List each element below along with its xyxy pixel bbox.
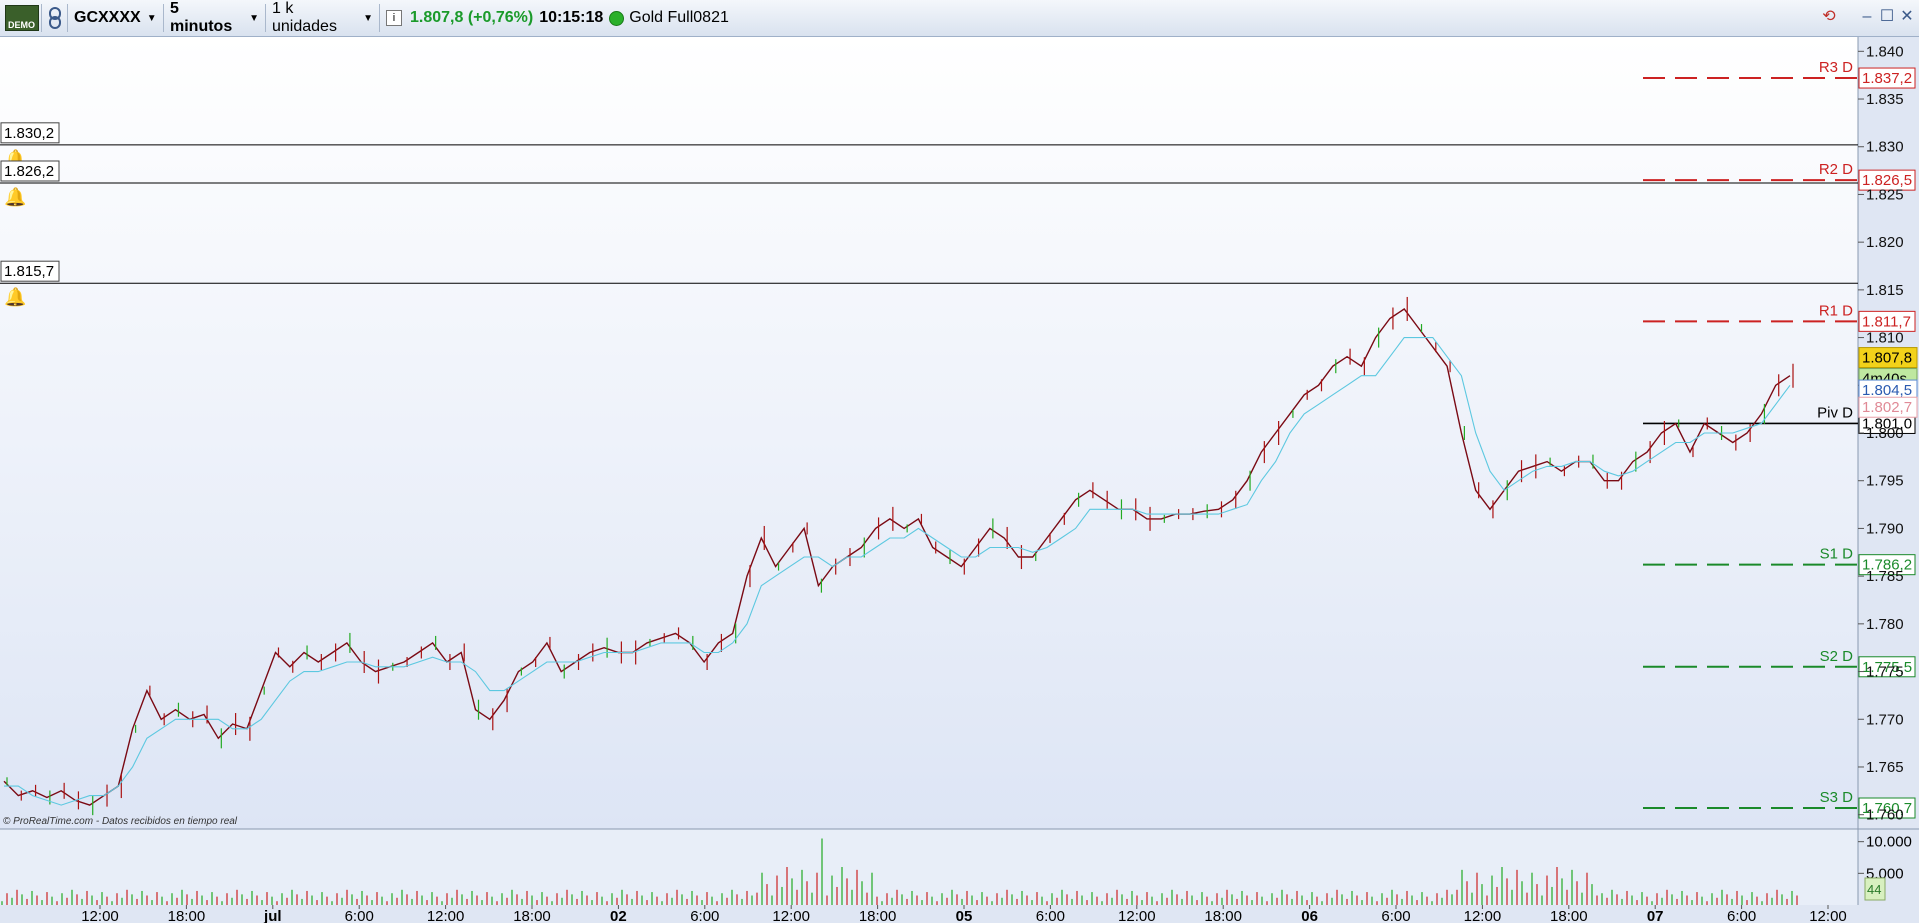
y-tick-label: 1.840 <box>1866 43 1904 60</box>
price-pane <box>0 37 1858 829</box>
quote-info: i 1.807,8 (+0,76%) 10:15:18 Gold Full082… <box>380 4 760 32</box>
link-button[interactable] <box>42 4 68 32</box>
bell-icon[interactable]: 🔔 <box>4 287 26 307</box>
indicator-value-blue: 1.804,5 <box>1862 382 1912 399</box>
alert-label: 1.826,2 <box>4 163 54 180</box>
y-tick-label: 1.800 <box>1866 425 1904 442</box>
x-tick-label: 18:00 <box>168 908 206 923</box>
x-tick-label: 18:00 <box>1204 908 1242 923</box>
pivot-name: R1 D <box>1819 302 1853 319</box>
y-tick-label: 1.815 <box>1866 282 1904 299</box>
x-tick-label: 12:00 <box>1464 908 1502 923</box>
last-price: 1.807,8 (+0,76%) <box>410 9 534 26</box>
timeframe-selector[interactable]: 5 minutos ▼ <box>164 0 266 35</box>
y-tick-label: 1.760 <box>1866 807 1904 824</box>
y-tick-label: 1.765 <box>1866 759 1904 776</box>
pivot-name: S2 D <box>1820 648 1854 665</box>
instrument-label: GCXXXX <box>74 9 141 26</box>
last-price-value: 1.807,8 <box>1862 350 1912 367</box>
toolbar: DEMO GCXXXX ▼ 5 minutos ▼ 1 k unidades ▼ i … <box>0 0 1919 37</box>
demo-icon: DEMO <box>4 5 39 31</box>
pivot-name: R3 D <box>1819 59 1853 76</box>
y-tick-label: 1.795 <box>1866 473 1904 490</box>
link-icon <box>48 7 61 29</box>
y-tick-label: 1.810 <box>1866 330 1904 347</box>
y-tick-label: 1.775 <box>1866 664 1904 681</box>
y-tick-label: 1.780 <box>1866 616 1904 633</box>
status-dot-icon <box>609 10 625 26</box>
minimize-icon[interactable]: – <box>1858 8 1876 26</box>
price-chart[interactable]: 1.830,2🔔1.826,2🔔1.815,7🔔 R3 D1.837,2R2 D… <box>0 37 1919 923</box>
chevron-down-icon: ▼ <box>146 12 157 24</box>
x-tick-label: 06 <box>1301 908 1318 923</box>
x-tick-label: 6:00 <box>690 908 719 923</box>
x-tick-label: 02 <box>610 908 627 923</box>
pivot-name: S3 D <box>1820 789 1854 806</box>
pivot-name: S1 D <box>1820 546 1854 563</box>
x-tick-label: 18:00 <box>859 908 897 923</box>
volume-pane <box>0 829 1858 905</box>
y-tick-label: 1.790 <box>1866 520 1904 537</box>
alert-label: 1.830,2 <box>4 125 54 142</box>
y-tick-label: 1.830 <box>1866 139 1904 156</box>
y-tick-label: 1.825 <box>1866 186 1904 203</box>
chevron-down-icon: ▼ <box>249 12 259 24</box>
x-tick-label: 12:00 <box>1118 908 1156 923</box>
units-selector[interactable]: 1 k unidades ▼ <box>266 0 380 35</box>
volume-tick-label: 10.000 <box>1866 834 1912 851</box>
x-tick-label: 6:00 <box>1727 908 1756 923</box>
x-tick-label: 6:00 <box>1381 908 1410 923</box>
x-tick-label: 6:00 <box>345 908 374 923</box>
pivot-name: R2 D <box>1819 161 1853 178</box>
timeframe-label: 5 minutos <box>170 0 233 35</box>
pivot-name: Piv D <box>1817 404 1853 421</box>
bell-icon[interactable]: 🔔 <box>4 187 26 207</box>
x-tick-label: jul <box>263 908 282 923</box>
x-tick-label: 18:00 <box>513 908 551 923</box>
volume-value: 44 <box>1867 882 1881 897</box>
units-label: 1 k unidades <box>272 0 337 35</box>
y-tick-label: 1.785 <box>1866 568 1904 585</box>
x-tick-label: 12:00 <box>772 908 810 923</box>
x-tick-label: 12:00 <box>427 908 465 923</box>
maximize-icon[interactable]: ☐ <box>1878 8 1896 26</box>
info-icon[interactable]: i <box>386 10 402 26</box>
instrument-selector[interactable]: GCXXXX ▼ <box>68 4 164 32</box>
x-tick-label: 6:00 <box>1036 908 1065 923</box>
y-tick-label: 1.835 <box>1866 91 1904 108</box>
x-tick-label: 07 <box>1647 908 1664 923</box>
refresh-icon[interactable]: ⟲ <box>1820 8 1838 26</box>
pivot-value: 1.837,2 <box>1862 70 1912 87</box>
close-icon[interactable]: ✕ <box>1898 8 1916 26</box>
data-credit: © ProRealTime.com - Datos recibidos en t… <box>3 816 238 827</box>
x-tick-label: 12:00 <box>81 908 119 923</box>
x-tick-label: 05 <box>956 908 973 923</box>
y-tick-label: 1.820 <box>1866 234 1904 251</box>
x-tick-label: 18:00 <box>1550 908 1588 923</box>
contract-name: Gold Full0821 <box>629 9 729 26</box>
x-tick-label: 12:00 <box>1809 908 1847 923</box>
quote-time: 10:15:18 <box>539 9 604 26</box>
indicator-value-pink: 1.802,7 <box>1862 399 1912 416</box>
pivot-value: 1.811,7 <box>1862 313 1911 330</box>
demo-badge: DEMO <box>2 4 42 32</box>
alert-label: 1.815,7 <box>4 263 54 280</box>
y-tick-label: 1.770 <box>1866 711 1904 728</box>
chevron-down-icon: ▼ <box>363 12 373 24</box>
